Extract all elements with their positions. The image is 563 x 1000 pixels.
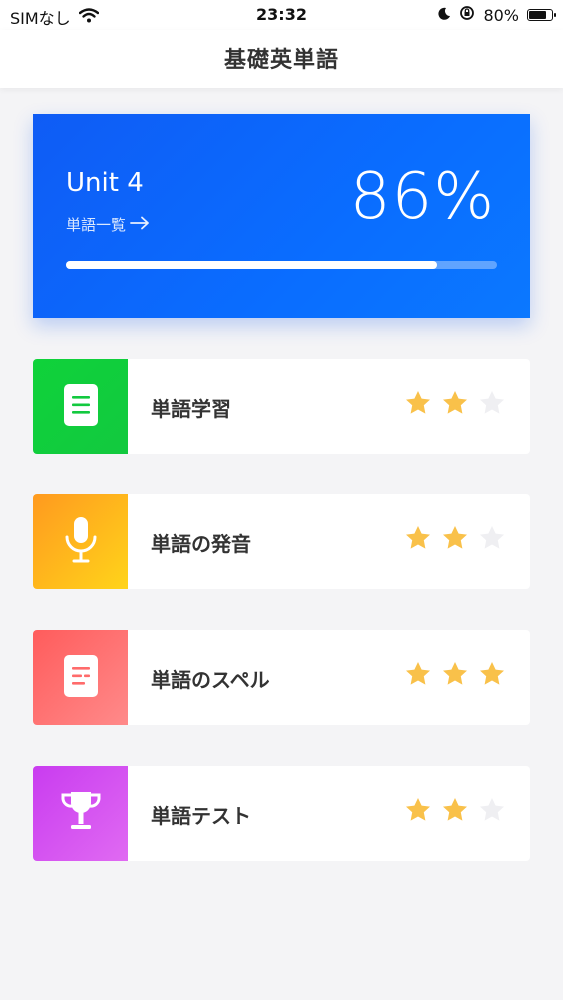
note-icon bbox=[63, 654, 99, 702]
unit-progress-fill bbox=[66, 261, 437, 269]
star-filled-icon bbox=[404, 660, 432, 688]
star-filled-icon bbox=[404, 389, 432, 417]
menu-icon-box bbox=[33, 359, 128, 454]
trophy-icon bbox=[59, 789, 103, 839]
star-filled-icon bbox=[441, 796, 469, 824]
nav-bar: 基礎英単語 bbox=[0, 30, 563, 88]
microphone-icon bbox=[63, 516, 99, 568]
menu-item-pronunciation[interactable]: 単語の発音 bbox=[33, 494, 530, 589]
star-filled-icon bbox=[441, 524, 469, 552]
document-icon bbox=[63, 383, 99, 431]
unit-card[interactable]: Unit 4 単語一覧 86% bbox=[33, 114, 530, 318]
unit-title: Unit 4 bbox=[66, 168, 144, 198]
battery-icon bbox=[527, 9, 556, 21]
unit-progress-bar bbox=[66, 261, 497, 269]
menu-item-word-study[interactable]: 単語学習 bbox=[33, 359, 530, 454]
moon-icon bbox=[437, 6, 451, 25]
star-empty-icon bbox=[478, 389, 506, 417]
star-rating bbox=[404, 796, 506, 824]
arrow-right-icon bbox=[130, 216, 150, 234]
star-rating bbox=[404, 660, 506, 688]
status-bar: SIMなし 23:32 80% bbox=[0, 0, 563, 30]
star-rating bbox=[404, 524, 506, 552]
rotation-lock-icon bbox=[459, 5, 475, 25]
word-list-link[interactable]: 単語一覧 bbox=[66, 214, 150, 235]
battery-percent: 80% bbox=[483, 5, 519, 25]
menu-label: 単語の発音 bbox=[151, 532, 251, 556]
word-list-label: 単語一覧 bbox=[66, 216, 127, 234]
menu-icon-box bbox=[33, 630, 128, 725]
star-empty-icon bbox=[478, 524, 506, 552]
star-empty-icon bbox=[478, 796, 506, 824]
menu-icon-box bbox=[33, 766, 128, 861]
menu-item-spelling[interactable]: 単語のスペル bbox=[33, 630, 530, 725]
star-filled-icon bbox=[404, 796, 432, 824]
menu-icon-box bbox=[33, 494, 128, 589]
star-filled-icon bbox=[478, 660, 506, 688]
unit-progress-percent: 86% bbox=[349, 160, 495, 234]
menu-label: 単語学習 bbox=[151, 397, 231, 421]
menu-item-word-test[interactable]: 単語テスト bbox=[33, 766, 530, 861]
star-filled-icon bbox=[404, 524, 432, 552]
page-title: 基礎英単語 bbox=[223, 48, 339, 73]
status-right: 80% bbox=[437, 5, 556, 25]
star-rating bbox=[404, 389, 506, 417]
star-filled-icon bbox=[441, 660, 469, 688]
menu-label: 単語テスト bbox=[151, 804, 251, 828]
star-filled-icon bbox=[441, 389, 469, 417]
menu-label: 単語のスペル bbox=[151, 668, 270, 692]
